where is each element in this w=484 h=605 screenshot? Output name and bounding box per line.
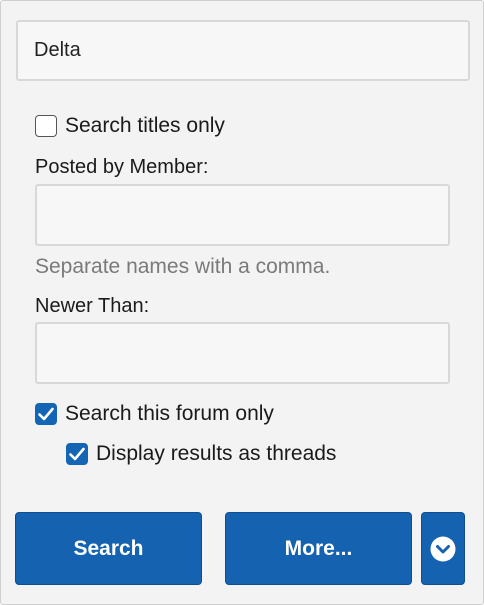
posted-by-hint: Separate names with a comma. [35, 255, 331, 278]
titles-only-label: Search titles only [65, 114, 225, 137]
checkmark-icon [38, 407, 54, 421]
checkmark-icon [69, 447, 85, 461]
chevron-down-circle-icon [430, 536, 456, 561]
this-forum-only-label: Search this forum only [65, 402, 274, 425]
this-forum-only-checkbox[interactable] [35, 403, 57, 425]
newer-than-input[interactable] [35, 322, 450, 384]
keywords-input[interactable] [16, 20, 470, 81]
display-as-threads-label: Display results as threads [96, 442, 337, 465]
more-button[interactable]: More... [225, 512, 412, 585]
newer-than-label: Newer Than: [35, 295, 150, 317]
titles-only-checkbox[interactable] [35, 115, 57, 137]
this-forum-only-option[interactable]: Search this forum only [35, 400, 274, 428]
posted-by-label: Posted by Member: [35, 156, 209, 178]
search-panel: Search titles only Posted by Member: Sep… [0, 0, 484, 605]
posted-by-input[interactable] [35, 184, 450, 246]
display-as-threads-checkbox[interactable] [66, 443, 88, 465]
search-button[interactable]: Search [15, 512, 202, 585]
titles-only-option[interactable]: Search titles only [35, 112, 225, 140]
display-as-threads-option[interactable]: Display results as threads [66, 440, 336, 468]
more-options-toggle-button[interactable] [421, 512, 465, 585]
